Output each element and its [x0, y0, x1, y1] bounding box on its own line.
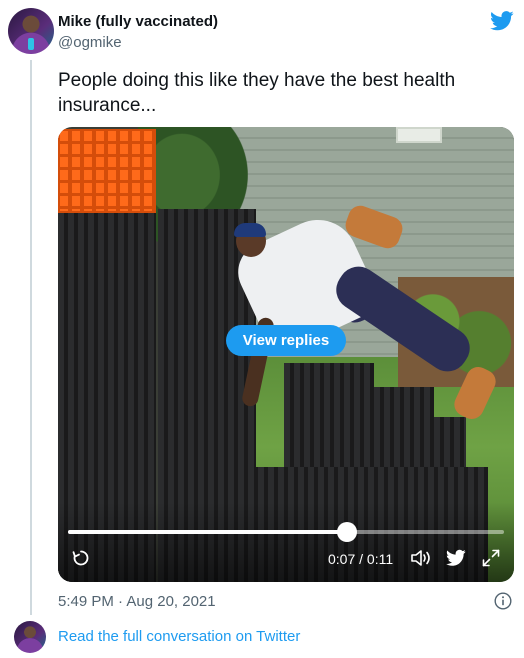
video-time-display: 0:07 / 0:11 [328, 551, 394, 567]
view-replies-button[interactable]: View replies [226, 325, 346, 356]
user-avatar[interactable] [14, 621, 46, 653]
video-frame-window [396, 127, 442, 143]
fullscreen-icon[interactable] [482, 549, 500, 567]
replay-icon[interactable] [72, 549, 90, 567]
video-frame-orange-crate [58, 129, 156, 213]
tweet-text: People doing this like they have the bes… [58, 70, 456, 116]
twitter-bird-icon[interactable] [446, 549, 466, 567]
twitter-bird-icon[interactable] [490, 11, 514, 31]
thread-line [30, 60, 32, 615]
volume-icon[interactable] [410, 549, 432, 567]
avatar-tie [28, 38, 34, 50]
read-conversation-link[interactable]: Read the full conversation on Twitter [58, 628, 300, 645]
video-progress-thumb[interactable] [337, 522, 358, 542]
user-avatar[interactable] [8, 8, 54, 54]
video-progress-fill [68, 530, 348, 534]
author-handle[interactable]: @ogmike [58, 34, 122, 51]
video-frame-person [234, 223, 266, 237]
video-controls-shade [58, 502, 514, 582]
video-progress-bar[interactable] [68, 522, 504, 542]
info-icon[interactable] [494, 592, 512, 610]
tweet-timestamp[interactable]: 5:49 PM · Aug 20, 2021 [58, 593, 216, 610]
tweet-card: Mike (fully vaccinated) @ogmike People d… [0, 0, 524, 658]
author-display-name[interactable]: Mike (fully vaccinated) [58, 13, 218, 30]
video-player[interactable]: View replies 0:07 / 0:11 [58, 127, 514, 582]
